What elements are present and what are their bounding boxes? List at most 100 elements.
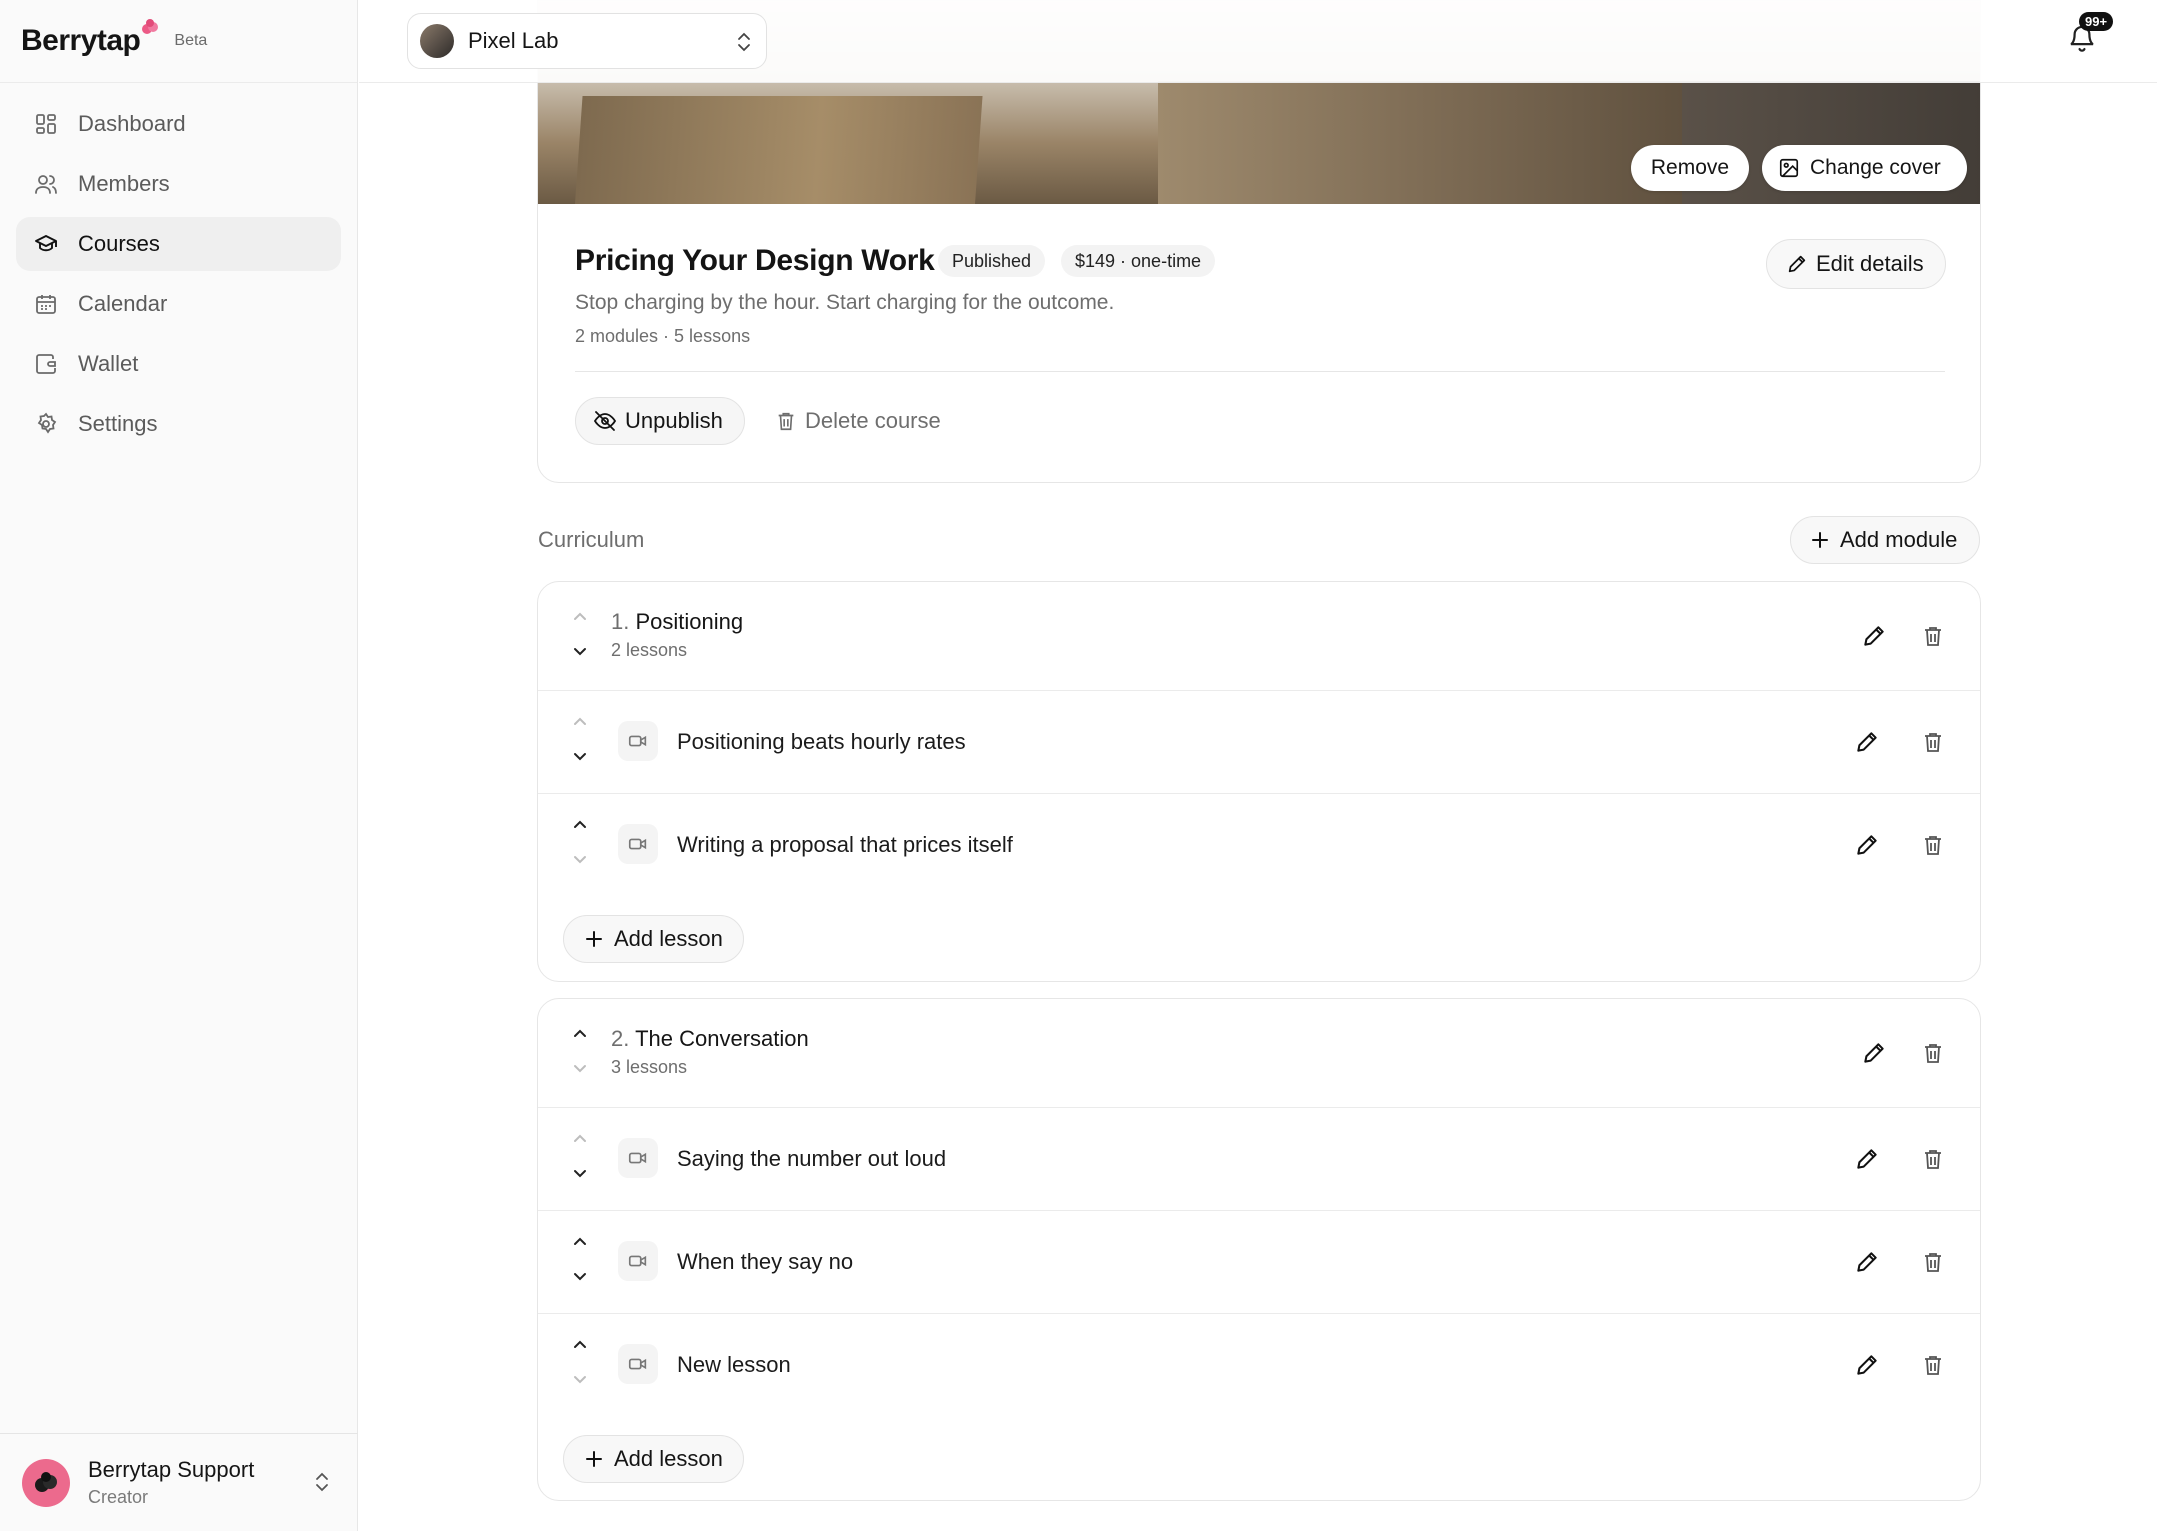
move-down-icon[interactable] (572, 854, 588, 878)
sidebar-item-calendar[interactable]: Calendar (16, 277, 341, 331)
delete-lesson-button[interactable] (1919, 1145, 1947, 1173)
edit-lesson-button[interactable] (1853, 831, 1881, 859)
lesson-title: Writing a proposal that prices itself (677, 832, 1013, 857)
move-up-icon[interactable] (572, 1338, 588, 1362)
delete-lesson-button[interactable] (1919, 831, 1947, 859)
delete-module-button[interactable] (1919, 622, 1947, 650)
video-icon (618, 721, 658, 761)
delete-lesson-button[interactable] (1919, 1351, 1947, 1379)
delete-course-button[interactable]: Delete course (775, 397, 941, 445)
module-title: The Conversation (635, 1026, 809, 1051)
trash-icon (775, 410, 797, 432)
move-up-icon[interactable] (572, 610, 588, 634)
sidebar-item-label: Members (78, 171, 170, 196)
lesson-row[interactable]: New lesson (538, 1314, 1980, 1417)
sidebar-item-courses[interactable]: Courses (16, 217, 341, 271)
move-up-icon[interactable] (572, 818, 588, 842)
chevron-up-down-icon (736, 30, 752, 59)
edit-module-button[interactable] (1860, 622, 1888, 650)
edit-lesson-button[interactable] (1853, 728, 1881, 756)
plus-icon (584, 929, 604, 949)
move-down-icon[interactable] (572, 751, 588, 775)
trash-icon (1925, 627, 1941, 646)
settings-icon (34, 412, 58, 436)
unpublish-button[interactable]: Unpublish (575, 397, 745, 445)
lesson-title: Saying the number out loud (677, 1146, 947, 1171)
move-down-icon[interactable] (572, 1063, 588, 1087)
video-icon (618, 1241, 658, 1281)
add-lesson-button[interactable]: Add lesson (563, 1435, 744, 1483)
notification-count-badge: 99+ (2079, 12, 2114, 31)
edit-lesson-button[interactable] (1853, 1145, 1881, 1173)
remove-cover-button[interactable]: Remove (1631, 145, 1749, 191)
delete-lesson-button[interactable] (1919, 1248, 1947, 1276)
course-meta: 2 modules · 5 lessons (575, 326, 751, 346)
lesson-row[interactable]: Saying the number out loud (538, 1108, 1980, 1211)
lesson-row[interactable]: Positioning beats hourly rates (538, 691, 1980, 794)
trash-icon (1925, 1253, 1941, 1272)
sidebar-item-label: Calendar (78, 291, 168, 316)
pencil-icon (1857, 835, 1877, 855)
workspace-switcher[interactable]: Pixel Lab (407, 13, 767, 69)
sidebar-item-label: Settings (78, 411, 158, 436)
lesson-row[interactable]: Writing a proposal that prices itself (538, 794, 1980, 897)
delete-lesson-button[interactable] (1919, 728, 1947, 756)
wallet-icon (34, 352, 58, 376)
move-up-icon[interactable] (572, 1132, 588, 1156)
sort-controls (572, 715, 588, 775)
price-badge: $149 · one-time (1061, 245, 1216, 277)
module-header: 2. The Conversation 3 lessons (538, 999, 1980, 1108)
sidebar-item-dashboard[interactable]: Dashboard (16, 97, 341, 151)
edit-module-button[interactable] (1860, 1039, 1888, 1067)
course-subtitle: Stop charging by the hour. Start chargin… (575, 291, 1115, 314)
move-up-icon[interactable] (572, 1027, 588, 1051)
edit-lesson-button[interactable] (1853, 1351, 1881, 1379)
module-number: 1. (611, 609, 630, 634)
pencil-icon (1857, 1149, 1877, 1169)
video-icon (618, 824, 658, 864)
edit-lesson-button[interactable] (1853, 1248, 1881, 1276)
move-down-icon[interactable] (572, 646, 588, 670)
sidebar-nav: Dashboard Members Courses Calendar Walle… (0, 83, 357, 451)
move-down-icon[interactable] (572, 1168, 588, 1192)
trash-icon (1925, 836, 1941, 855)
calendar-icon (34, 292, 58, 316)
edit-details-button[interactable]: Edit details (1766, 239, 1946, 289)
move-down-icon[interactable] (572, 1271, 588, 1295)
brand-header: Berrytap Beta (0, 0, 357, 83)
user-role: Creator (88, 1487, 149, 1507)
change-cover-button[interactable]: Change cover (1762, 145, 1967, 191)
add-lesson-button[interactable]: Add lesson (563, 915, 744, 963)
lesson-title: When they say no (677, 1249, 854, 1274)
module-number: 2. (611, 1026, 630, 1051)
delete-module-button[interactable] (1919, 1039, 1947, 1067)
move-down-icon[interactable] (572, 1374, 588, 1398)
sort-controls (572, 1132, 588, 1192)
sort-controls (572, 818, 588, 878)
pencil-icon (1864, 1043, 1884, 1063)
members-icon (34, 172, 58, 196)
sidebar-item-wallet[interactable]: Wallet (16, 337, 341, 391)
module-title: Positioning (635, 609, 744, 634)
sort-controls (572, 1338, 588, 1398)
unpublish-label: Unpublish (625, 408, 723, 433)
sidebar-item-members[interactable]: Members (16, 157, 341, 211)
move-up-icon[interactable] (572, 715, 588, 739)
lesson-row[interactable]: When they say no (538, 1211, 1980, 1314)
user-menu[interactable]: Berrytap Support Creator (0, 1433, 358, 1531)
pencil-icon (1857, 1252, 1877, 1272)
notifications-button[interactable]: 99+ (2067, 12, 2114, 54)
add-module-button[interactable]: Add module (1790, 516, 1980, 564)
courses-icon (34, 232, 58, 256)
divider (575, 371, 1945, 372)
add-lesson-label: Add lesson (614, 926, 723, 951)
berry-icon (142, 19, 159, 34)
brand-logo[interactable]: Berrytap (21, 19, 159, 58)
brand-name: Berrytap (21, 24, 141, 57)
module-card: 2. The Conversation 3 lessons Saying the… (537, 998, 1981, 1501)
move-up-icon[interactable] (572, 1235, 588, 1259)
sidebar-item-settings[interactable]: Settings (16, 397, 341, 451)
add-module-label: Add module (1840, 527, 1958, 552)
pencil-icon (1786, 253, 1808, 275)
trash-icon (1925, 1150, 1941, 1169)
